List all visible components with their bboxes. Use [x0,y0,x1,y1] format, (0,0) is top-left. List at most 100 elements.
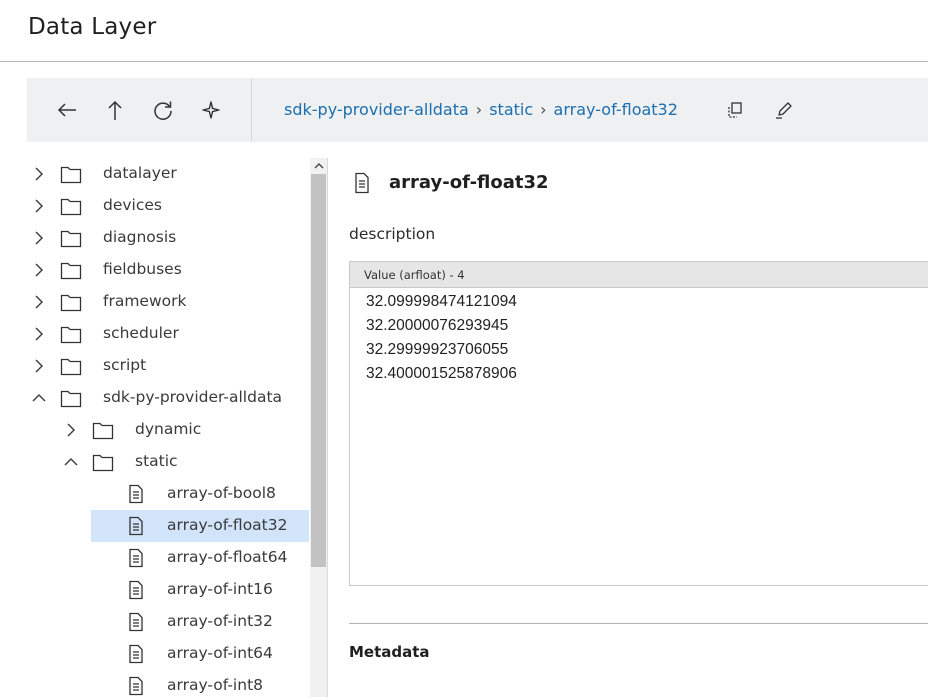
document-icon [355,172,369,194]
tree-item-label: script [103,356,147,374]
tree-folder-item[interactable]: diagnosis [27,222,309,254]
tree-item-label: array-of-float32 [167,516,288,534]
tree-item-label: scheduler [103,324,179,342]
tree-file-item[interactable]: array-of-int32 [27,606,309,638]
document-icon [129,580,143,600]
breadcrumb: sdk-py-provider-alldata › static › array-of-… [284,100,678,119]
chevron-right-icon[interactable] [31,326,47,342]
tree-file-item[interactable]: array-of-int8 [27,670,309,697]
tree-item-label: array-of-int8 [167,676,264,694]
tree-folder-item[interactable]: script [27,350,309,382]
chevron-right-icon[interactable] [31,230,47,246]
folder-icon [60,326,82,344]
tree-file-item[interactable]: array-of-float32 [91,510,309,542]
chevron-down-icon[interactable] [63,454,79,470]
scrollbar-thumb[interactable] [311,174,326,567]
folder-icon [60,198,82,216]
tree-item-label: devices [103,196,162,214]
value-header: Value (arfloat) - 4 [350,262,928,288]
value-item: 32.29999923706055 [366,341,509,358]
tree-file-item[interactable]: array-of-float64 [27,542,309,574]
document-icon [129,676,143,696]
tree-item-label: array-of-float64 [167,548,288,566]
value-list: 32.099998474121094 32.20000076293945 32.… [350,288,928,386]
document-icon [129,516,143,536]
tree-folder-item[interactable]: fieldbuses [27,254,309,286]
sparkle-star-icon [202,101,220,119]
tree-item-label: array-of-bool8 [167,484,276,502]
tree-item-label: array-of-int64 [167,644,273,662]
value-box: Value (arfloat) - 4 32.099998474121094 3… [349,261,928,586]
breadcrumb-item[interactable]: array-of-float32 [554,100,678,119]
chevron-right-icon[interactable] [31,262,47,278]
value-item: 32.20000076293945 [366,317,509,334]
folder-icon [60,358,82,376]
folder-icon [92,454,114,472]
folder-icon [60,166,82,184]
tree-folder-item[interactable]: scheduler [27,318,309,350]
breadcrumb-item[interactable]: static [489,100,533,119]
value-item: 32.400001525878906 [366,365,517,382]
page-title: Data Layer [28,14,157,40]
tree-item-label: framework [103,292,187,310]
chevron-down-icon[interactable] [31,390,47,406]
favorite-button[interactable] [191,90,231,130]
tree-file-item[interactable]: array-of-int16 [27,574,309,606]
tree-view: datalayer devices diagnosis fieldbuses frame… [27,158,327,697]
tree-file-item[interactable]: array-of-bool8 [27,478,309,510]
breadcrumb-separator-icon: › [540,100,547,119]
document-icon [129,644,143,664]
breadcrumb-separator-icon: › [475,100,483,119]
value-item: 32.099998474121094 [366,293,517,310]
back-button[interactable] [47,90,87,130]
tree-folder-item[interactable]: dynamic [27,414,309,446]
copy-button[interactable] [715,90,755,130]
pencil-icon [776,102,792,119]
copy-icon [728,102,742,118]
arrow-up-icon [108,100,122,120]
tree-folder-item[interactable]: datalayer [27,158,309,190]
panel-divider [327,158,328,697]
chevron-right-icon[interactable] [31,166,47,182]
refresh-button[interactable] [143,90,183,130]
chevron-up-icon [314,163,323,169]
document-icon [129,484,143,504]
up-button[interactable] [95,90,135,130]
tree-item-label: fieldbuses [103,260,182,278]
edit-button[interactable] [764,90,804,130]
refresh-icon [154,101,172,120]
chevron-right-icon[interactable] [63,422,79,438]
tree-item-label: array-of-int16 [167,580,273,598]
chevron-right-icon[interactable] [31,294,47,310]
tree-item-label: diagnosis [103,228,177,246]
chevron-right-icon[interactable] [31,358,47,374]
toolbar: sdk-py-provider-alldata › static › array-of-… [27,78,928,142]
node-title: array-of-float32 [389,172,549,193]
tree-item-label: array-of-int32 [167,612,273,630]
tree-folder-item[interactable]: devices [27,190,309,222]
tree-item-label: sdk-py-provider-alldata [103,388,283,406]
title-bar: Data Layer [0,0,928,62]
tree-folder-item[interactable]: framework [27,286,309,318]
tree-item-label: static [135,452,178,470]
tree-folder-item[interactable]: static [27,446,309,478]
document-icon [129,548,143,568]
folder-icon [60,294,82,312]
folder-icon [60,262,82,280]
description-label: description [349,225,436,243]
tree-item-label: datalayer [103,164,177,182]
toolbar-separator [251,78,252,142]
chevron-right-icon[interactable] [31,198,47,214]
tree-folder-item[interactable]: sdk-py-provider-alldata [27,382,309,414]
arrow-left-icon [57,103,76,117]
metadata-divider [349,623,928,624]
document-icon [129,612,143,632]
folder-icon [92,422,114,440]
tree-file-item[interactable]: array-of-int64 [27,638,309,670]
folder-icon [60,230,82,248]
folder-icon [60,390,82,408]
metadata-label: Metadata [349,643,430,661]
scroll-up-button[interactable] [310,158,327,174]
breadcrumb-item[interactable]: sdk-py-provider-alldata [284,100,469,119]
tree-item-label: dynamic [135,420,202,438]
